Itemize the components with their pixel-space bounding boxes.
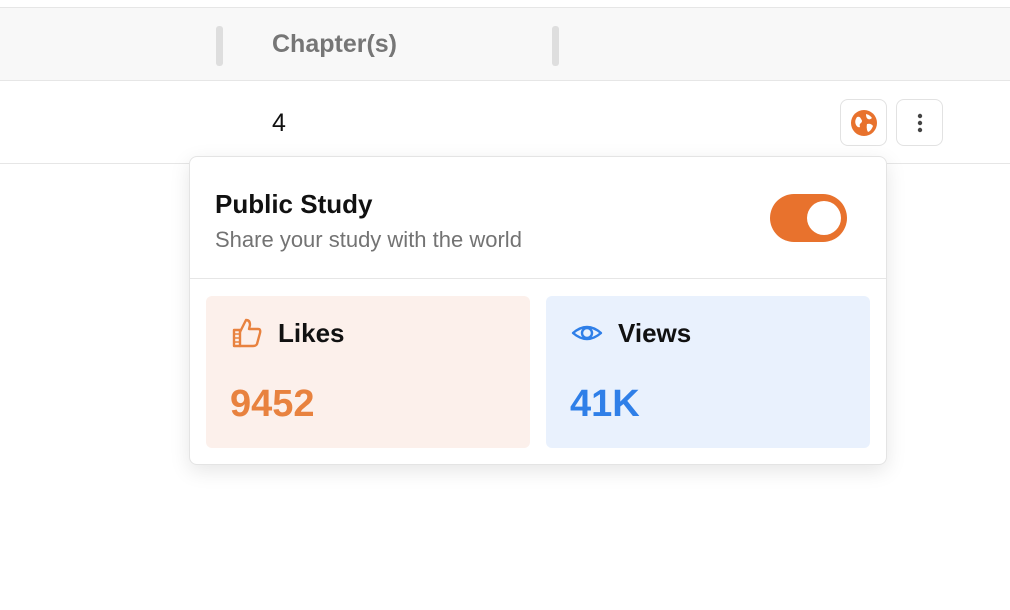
- eye-icon: [571, 325, 603, 341]
- likes-card: Likes 9452: [206, 296, 530, 448]
- views-value: 41K: [570, 383, 640, 425]
- column-resize-handle[interactable]: [552, 26, 559, 66]
- globe-icon: [850, 109, 877, 136]
- toggle-knob: [807, 201, 841, 235]
- popover-header: Public Study Share your study with the w…: [190, 157, 886, 279]
- public-toggle-button[interactable]: [840, 99, 887, 146]
- more-vertical-icon: [917, 113, 922, 132]
- public-study-toggle[interactable]: [770, 194, 847, 242]
- table-header: Chapter(s): [0, 7, 1010, 81]
- table-row[interactable]: 4: [0, 81, 1010, 164]
- study-visibility-popover: Public Study Share your study with the w…: [189, 156, 887, 465]
- views-label: Views: [618, 318, 692, 348]
- popover-title: Public Study: [215, 189, 373, 219]
- more-options-button[interactable]: [896, 99, 943, 146]
- popover-subtitle: Share your study with the world: [215, 227, 522, 252]
- chapters-cell: 4: [272, 109, 286, 137]
- views-card: Views 41K: [546, 296, 870, 448]
- likes-value: 9452: [230, 383, 315, 425]
- column-resize-handle[interactable]: [216, 26, 223, 66]
- column-header-chapters[interactable]: Chapter(s): [272, 30, 397, 59]
- likes-label: Likes: [278, 318, 345, 348]
- thumbs-up-icon: [232, 318, 262, 348]
